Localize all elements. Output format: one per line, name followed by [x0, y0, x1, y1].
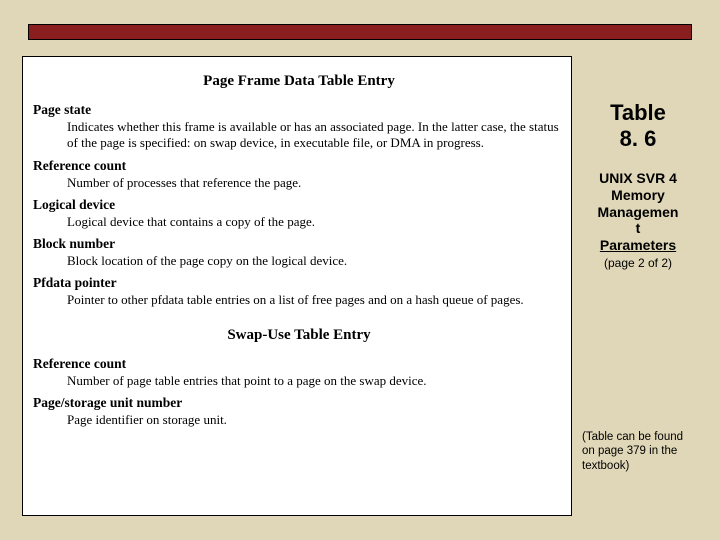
title-line: Table [610, 100, 666, 125]
term: Block number [33, 236, 565, 252]
side-column: Table 8. 6 UNIX SVR 4 Memory Managemen t… [582, 100, 694, 473]
definition: Block location of the page copy on the l… [67, 253, 565, 269]
term: Pfdata pointer [33, 275, 565, 291]
caption-line: Parameters [600, 237, 676, 253]
table-number: Table 8. 6 [582, 100, 694, 152]
content-area: Page Frame Data Table Entry Page state I… [22, 56, 698, 522]
definition-table: Page Frame Data Table Entry Page state I… [22, 56, 572, 516]
title-rule [28, 24, 692, 40]
footnote: (Table can be found on page 379 in the t… [582, 430, 694, 473]
term: Logical device [33, 197, 565, 213]
caption-line: t [636, 220, 641, 236]
term: Page/storage unit number [33, 395, 565, 411]
term: Reference count [33, 356, 565, 372]
definition: Pointer to other pfdata table entries on… [67, 292, 565, 308]
definition: Number of page table entries that point … [67, 373, 565, 389]
term: Reference count [33, 158, 565, 174]
definition: Page identifier on storage unit. [67, 412, 565, 428]
definition: Logical device that contains a copy of t… [67, 214, 565, 230]
section-heading-2: Swap-Use Table Entry [33, 327, 565, 344]
table-caption: UNIX SVR 4 Memory Managemen t Parameters [582, 170, 694, 254]
definition: Number of processes that reference the p… [67, 175, 565, 191]
title-line: 8. 6 [620, 126, 657, 151]
page-indicator: (page 2 of 2) [582, 256, 694, 270]
caption-line: UNIX SVR 4 [599, 170, 677, 186]
term: Page state [33, 102, 565, 118]
caption-line: Managemen [598, 204, 679, 220]
caption-line: Memory [611, 187, 665, 203]
section-heading-1: Page Frame Data Table Entry [33, 73, 565, 90]
definition: Indicates whether this frame is availabl… [67, 119, 565, 152]
